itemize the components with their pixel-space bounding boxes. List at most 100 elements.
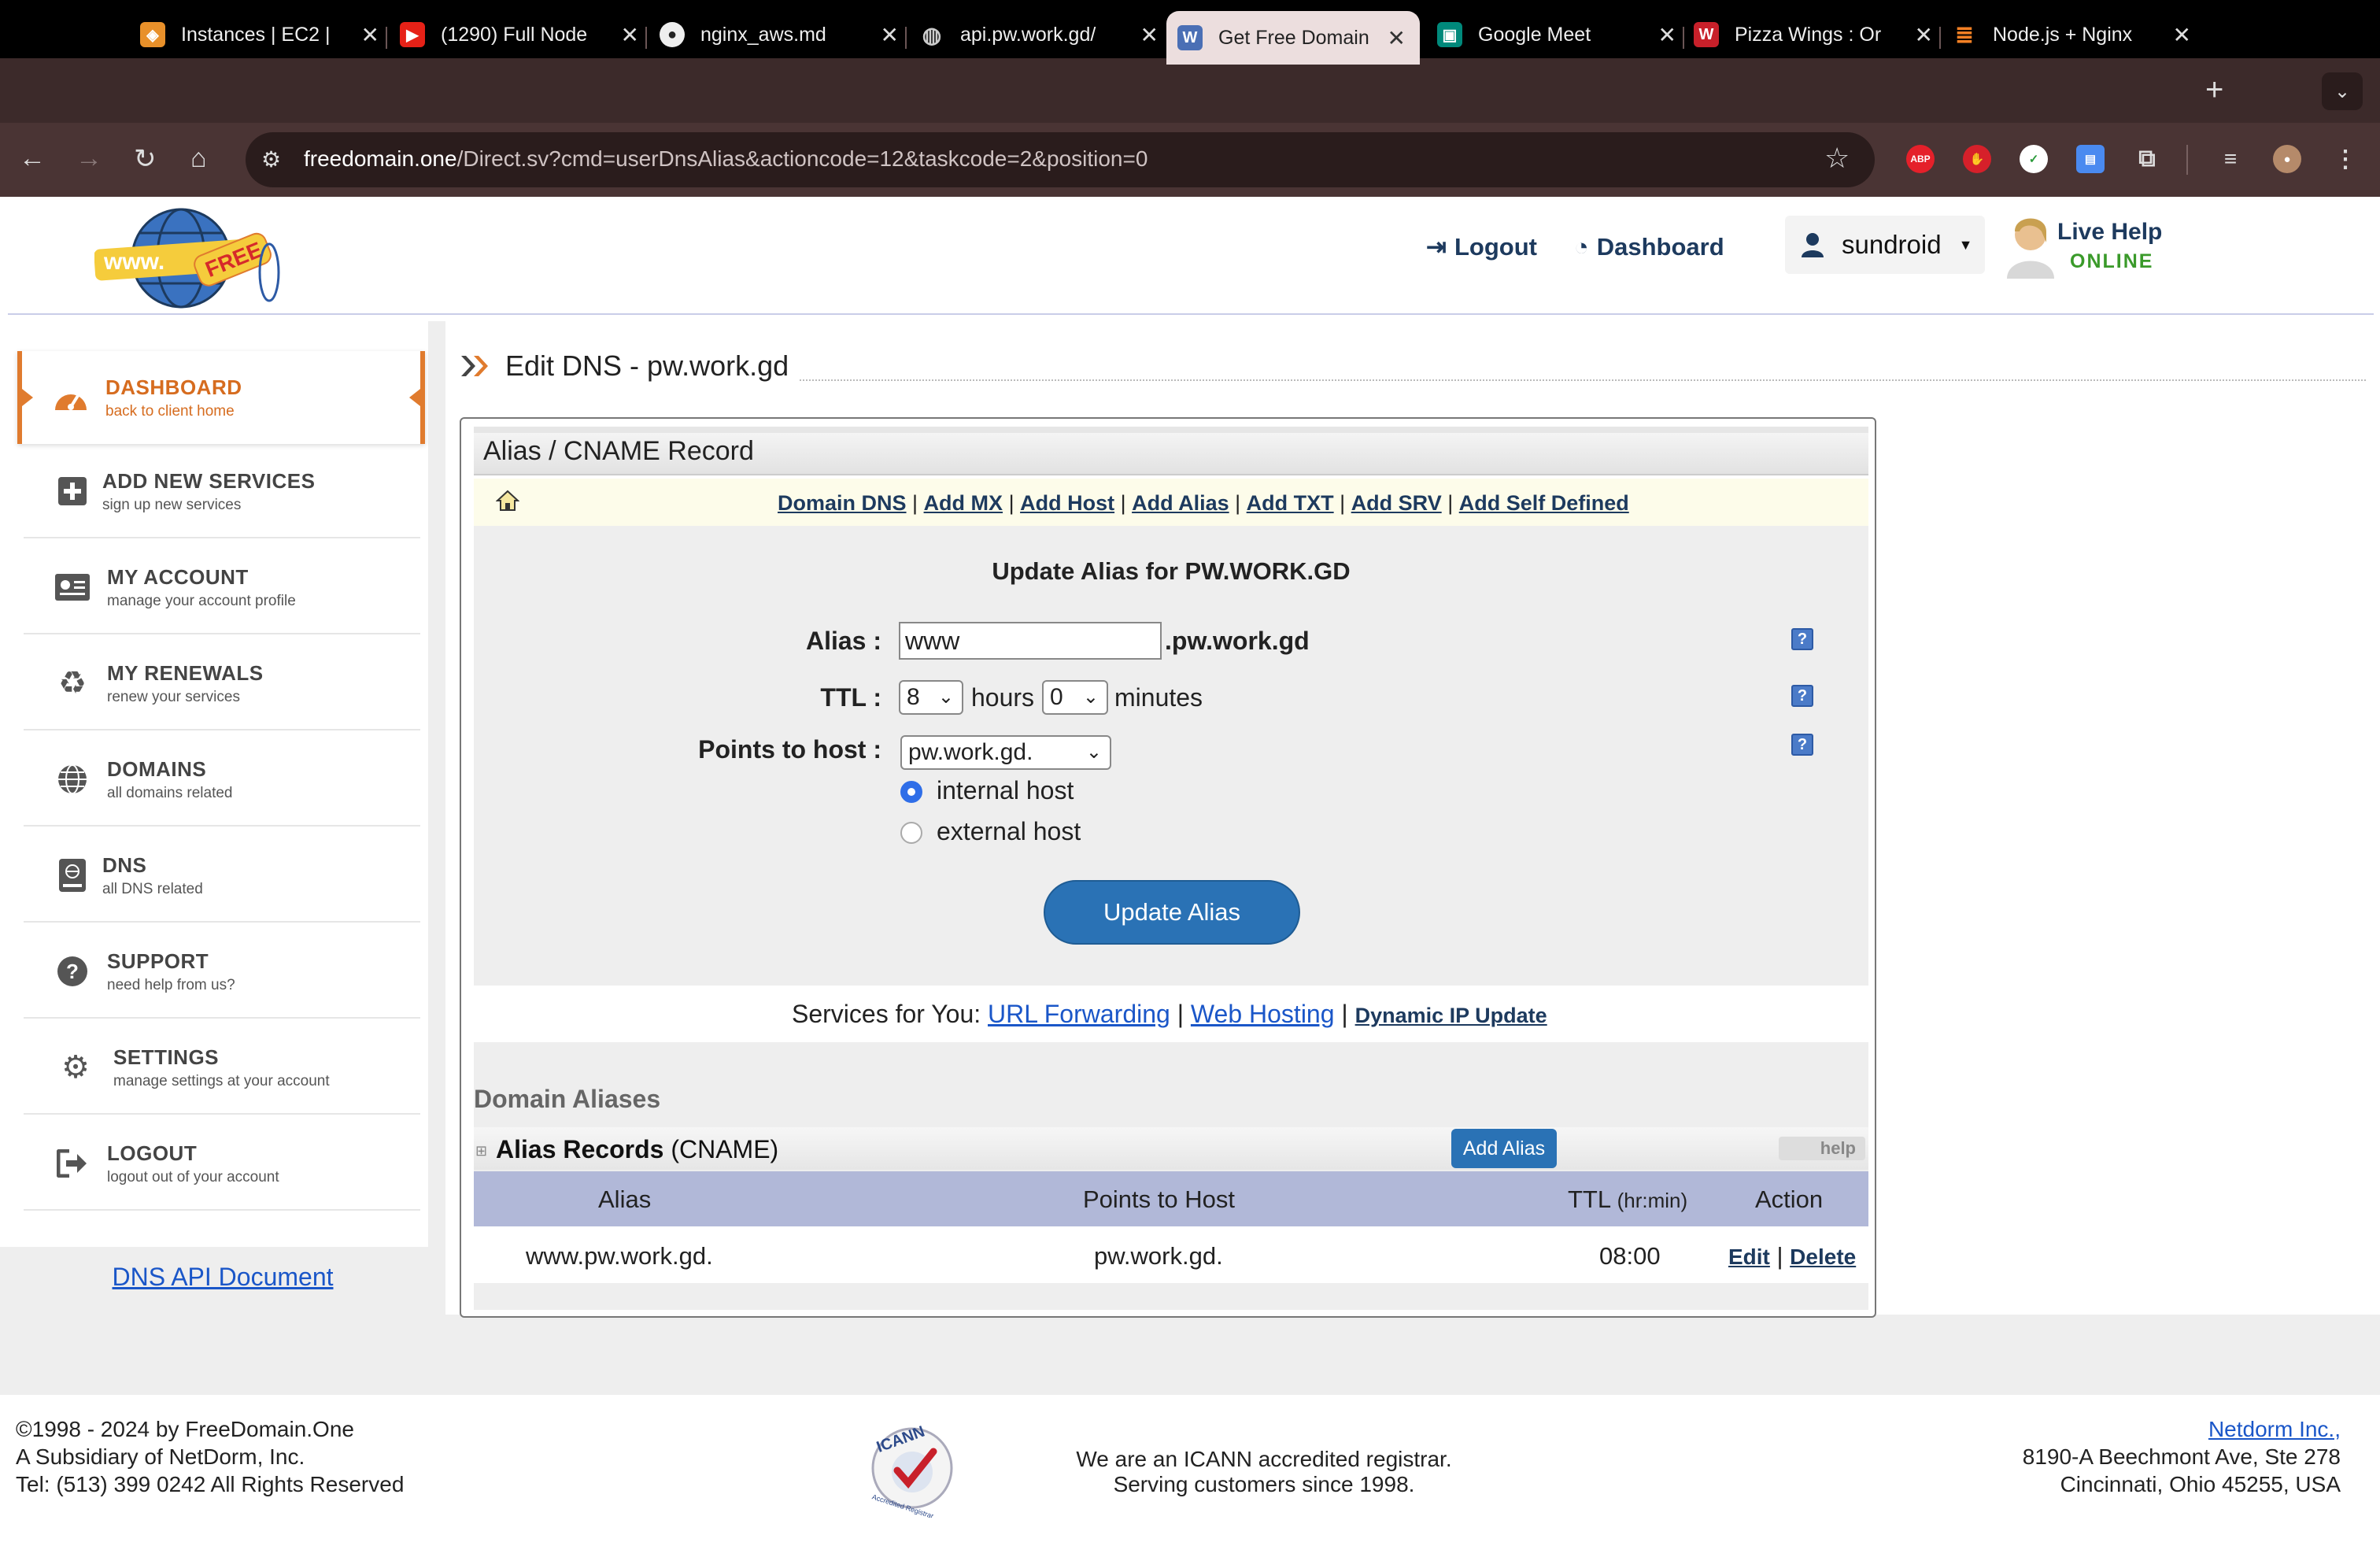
back-icon[interactable]: ← xyxy=(19,143,46,174)
meet-icon: ▣ xyxy=(1437,22,1462,47)
link-add-self-defined[interactable]: Add Self Defined xyxy=(1459,491,1629,515)
close-icon[interactable]: ✕ xyxy=(2173,22,2191,48)
username: sundroid xyxy=(1842,230,1942,259)
home-icon[interactable]: ⌂ xyxy=(190,143,207,174)
alias-help-icon[interactable]: ? xyxy=(1791,628,1813,650)
logout-icon: ⇥ xyxy=(1426,233,1447,261)
site-settings-icon[interactable]: ⚙ xyxy=(261,146,281,172)
close-icon[interactable]: ✕ xyxy=(1140,22,1159,48)
dns-api-document-link[interactable]: DNS API Document xyxy=(0,1263,445,1292)
close-icon[interactable]: ✕ xyxy=(1915,22,1933,48)
sidebar-item-settings[interactable]: ⚙ SETTINGS manage settings at your accoun… xyxy=(24,1022,420,1115)
live-help-label[interactable]: Live Help xyxy=(2057,219,2162,246)
new-tab-icon[interactable]: + xyxy=(2205,72,2223,108)
alias-input[interactable]: www xyxy=(899,622,1162,660)
id-card-icon xyxy=(55,570,90,605)
internal-host-label: internal host xyxy=(937,776,1074,804)
ttl-hours-select[interactable]: 8 ⌄ xyxy=(899,680,963,715)
youtube-icon: ▶ xyxy=(400,22,425,47)
link-add-host[interactable]: Add Host xyxy=(1020,491,1114,515)
home-icon[interactable] xyxy=(496,490,519,512)
sidebar-item-sub: all domains related xyxy=(107,784,233,801)
sidebar-item-dns[interactable]: DNS all DNS related xyxy=(24,830,420,923)
edit-link[interactable]: Edit xyxy=(1728,1245,1770,1269)
sidebar-item-label: MY RENEWALS xyxy=(107,660,264,685)
docs-icon[interactable]: ▤ xyxy=(2076,145,2105,173)
tab-pizza-wings[interactable]: W Pizza Wings : Or ✕ xyxy=(1694,11,1947,58)
tab-github[interactable]: ● nginx_aws.md ✕ xyxy=(660,11,913,58)
tab-youtube[interactable]: ▶ (1290) Full Node ✕ xyxy=(400,11,653,58)
sidebar-item-support[interactable]: ? SUPPORT need help from us? xyxy=(24,926,420,1019)
dynamic-ip-update-link[interactable]: Dynamic IP Update xyxy=(1355,1004,1547,1027)
freedomain-logo[interactable]: www. FREE xyxy=(94,206,283,310)
logout-icon xyxy=(55,1146,90,1181)
ttl-label: TTL : xyxy=(820,683,881,712)
tab-google-meet[interactable]: ▣ Google Meet ✕ xyxy=(1437,11,1691,58)
url-text[interactable]: freedomain.one/Direct.sv?cmd=userDnsAlia… xyxy=(304,146,1148,172)
cell-ttl: 08:00 xyxy=(1599,1242,1661,1270)
chevron-down-icon: ⌄ xyxy=(1085,742,1102,763)
sidebar-item-sub: renew your services xyxy=(107,688,240,705)
netdorm-link[interactable]: Netdorm Inc., xyxy=(2023,1415,2341,1443)
reload-icon[interactable]: ↻ xyxy=(134,143,157,175)
link-add-srv[interactable]: Add SRV xyxy=(1351,491,1442,515)
points-to-host-select[interactable]: pw.work.gd. ⌄ xyxy=(900,735,1111,770)
tab-get-free-domain[interactable]: W Get Free Domain ✕ xyxy=(1166,11,1420,65)
sidebar-item-logout[interactable]: LOGOUT logout out of your account xyxy=(24,1118,420,1211)
sidebar-item-dashboard[interactable]: DASHBOARD back to client home xyxy=(17,351,425,444)
sidebar-item-label: DNS xyxy=(102,853,147,877)
sidebar-item-domains[interactable]: DOMAINS all domains related xyxy=(24,734,420,827)
close-icon[interactable]: ✕ xyxy=(881,22,899,48)
dashboard-link[interactable]: ◔ Dashboard xyxy=(1574,233,1724,261)
tab-search-icon[interactable]: ⌄ xyxy=(2322,72,2363,110)
ttl-minutes-select[interactable]: 0 ⌄ xyxy=(1042,680,1108,715)
url-forwarding-link[interactable]: URL Forwarding xyxy=(988,1000,1170,1028)
points-help-icon[interactable]: ? xyxy=(1791,734,1813,756)
close-icon[interactable]: ✕ xyxy=(361,22,379,48)
tab-nodejs-nginx[interactable]: ≣ Node.js + Nginx ✕ xyxy=(1952,11,2205,58)
external-host-label: external host xyxy=(937,817,1081,845)
chevrons-right-icon xyxy=(461,356,488,376)
tab-api[interactable]: ◍ api.pw.work.gd/ ✕ xyxy=(919,11,1173,58)
forward-icon[interactable]: → xyxy=(76,143,102,174)
web-hosting-link[interactable]: Web Hosting xyxy=(1191,1000,1335,1028)
close-icon[interactable]: ✕ xyxy=(621,22,639,48)
globe-icon: ◍ xyxy=(922,22,942,47)
link-add-txt[interactable]: Add TXT xyxy=(1247,491,1334,515)
add-alias-button[interactable]: Add Alias xyxy=(1451,1129,1557,1168)
sidebar-item-add-new-services[interactable]: ADD NEW SERVICES sign up new services xyxy=(24,446,420,538)
column-ttl: TTL (hr:min) xyxy=(1568,1185,1688,1213)
link-add-mx[interactable]: Add MX xyxy=(924,491,1003,515)
ttl-help-icon[interactable]: ? xyxy=(1791,685,1813,707)
delete-link[interactable]: Delete xyxy=(1790,1245,1856,1269)
user-menu[interactable]: sundroid ▼ xyxy=(1785,216,1985,274)
hand-stop-icon[interactable]: ✋ xyxy=(1963,145,1991,173)
puzzle-icon[interactable]: ⧉ xyxy=(2133,145,2161,173)
tab-title: (1290) Full Node xyxy=(441,23,588,46)
help-button[interactable]: help xyxy=(1779,1137,1865,1160)
link-domain-dns[interactable]: Domain DNS xyxy=(778,491,907,515)
svg-text:?: ? xyxy=(66,960,79,983)
internal-host-radio[interactable] xyxy=(900,781,922,803)
kebab-menu-icon[interactable]: ⋮ xyxy=(2331,145,2360,173)
sidebar-item-my-renewals[interactable]: ♻ MY RENEWALS renew your services xyxy=(24,638,420,730)
close-icon[interactable]: ✕ xyxy=(1658,22,1676,48)
media-icon[interactable]: ≡ xyxy=(2216,145,2245,173)
bookmark-star-icon[interactable]: ☆ xyxy=(1824,142,1850,175)
tab-ec2[interactable]: ◈ Instances | EC2 | ✕ xyxy=(140,11,394,58)
logout-link[interactable]: ⇥ Logout xyxy=(1426,233,1537,261)
update-alias-button[interactable]: Update Alias xyxy=(1044,880,1300,945)
svg-text:www.: www. xyxy=(103,249,164,275)
tab-title: api.pw.work.gd/ xyxy=(960,23,1096,46)
extension-check-icon[interactable]: ✓ xyxy=(2020,145,2048,173)
adblock-icon[interactable]: ABP xyxy=(1906,145,1935,173)
avatar[interactable]: ● xyxy=(2273,145,2301,173)
sidebar-item-my-account[interactable]: MY ACCOUNT manage your account profile xyxy=(24,542,420,634)
expand-icon[interactable]: ⊞ xyxy=(475,1143,487,1160)
link-add-alias[interactable]: Add Alias xyxy=(1132,491,1229,515)
question-circle-icon: ? xyxy=(55,954,90,989)
external-host-radio[interactable] xyxy=(900,822,922,844)
column-alias: Alias xyxy=(598,1185,652,1213)
close-icon[interactable]: ✕ xyxy=(1388,25,1406,51)
icann-seal: ICANN Accredited Registrar xyxy=(871,1423,953,1518)
